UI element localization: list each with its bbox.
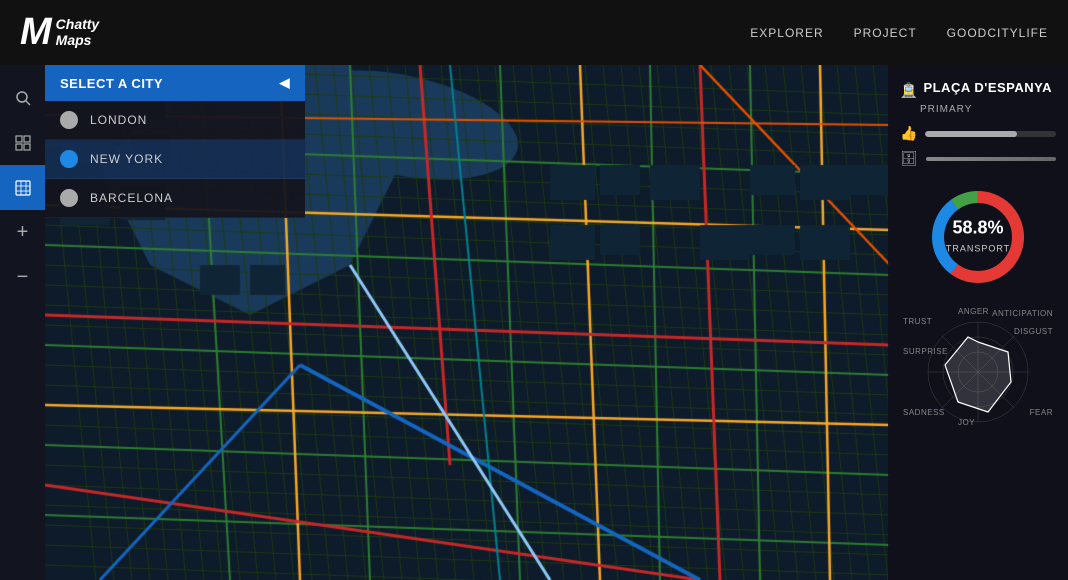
anger-label: ANGER xyxy=(958,307,989,316)
donut-percent: 58.8% xyxy=(946,218,1010,239)
donut-label: 58.8% TRANSPORT xyxy=(946,218,1010,257)
map-container: + − SELECT A CITY ◀ LONDON NEW YORK BARC… xyxy=(0,65,1068,580)
location-name: Plaça d'Espanya xyxy=(923,80,1052,95)
nav-goodcitylife[interactable]: GOODCITYLIFE xyxy=(947,26,1048,40)
trust-label: TRUST xyxy=(903,317,932,326)
dropdown-title: SELECT A CITY xyxy=(60,76,163,91)
sadness-label: SADNESS xyxy=(903,408,945,417)
logo: M Chatty Maps xyxy=(20,11,99,54)
navbar: M Chatty Maps EXPLORER PROJECT GOODCITYL… xyxy=(0,0,1068,65)
joy-label: JOY xyxy=(958,418,975,427)
nav-project[interactable]: PROJECT xyxy=(854,26,917,40)
barcelona-label: BARCELONA xyxy=(90,191,173,205)
layers-row: 🗄 xyxy=(900,150,1056,167)
disgust-label: DISGUST xyxy=(1014,327,1053,336)
radar-container: ANGER ANTICIPATION DISGUST FEAR JOY SADN… xyxy=(903,307,1053,427)
location-header: 🚊 Plaça d'Espanya xyxy=(900,80,1056,99)
city-dropdown: SELECT A CITY ◀ LONDON NEW YORK BARCELON… xyxy=(45,65,305,218)
london-label: LONDON xyxy=(90,113,147,127)
nav-links: EXPLORER PROJECT GOODCITYLIFE xyxy=(750,26,1048,40)
logo-m-letter: M xyxy=(20,11,52,54)
progress-bar-container xyxy=(925,131,1056,137)
nav-explorer[interactable]: EXPLORER xyxy=(750,26,823,40)
dropdown-arrow: ◀ xyxy=(280,75,291,91)
map-type-button[interactable] xyxy=(0,165,45,210)
donut-container: 58.8% TRANSPORT xyxy=(923,182,1033,292)
london-dot xyxy=(60,111,78,129)
surprise-label: SURPRISE xyxy=(903,347,948,356)
fear-label: FEAR xyxy=(1030,408,1053,417)
donut-section: 58.8% TRANSPORT xyxy=(900,182,1056,292)
zoom-out-button[interactable]: − xyxy=(0,255,45,300)
layers-button[interactable] xyxy=(0,120,45,165)
location-type: PRIMARY xyxy=(920,104,1056,115)
search-button[interactable] xyxy=(0,75,45,120)
zoom-in-button[interactable]: + xyxy=(0,210,45,255)
new-york-dot xyxy=(60,150,78,168)
donut-type: TRANSPORT xyxy=(946,244,1010,254)
database-icon: 🗄 xyxy=(900,150,918,167)
sidebar-icons: + − xyxy=(0,65,45,580)
city-london[interactable]: LONDON xyxy=(45,101,305,140)
tram-icon: 🚊 xyxy=(900,82,917,99)
thumbs-up-icon: 👍 xyxy=(900,125,917,142)
radar-section: ANGER ANTICIPATION DISGUST FEAR JOY SADN… xyxy=(900,307,1056,427)
progress-bar-fill xyxy=(925,131,1016,137)
dropdown-header[interactable]: SELECT A CITY ◀ xyxy=(45,65,305,101)
anticipation-label: ANTICIPATION xyxy=(992,309,1053,318)
city-barcelona[interactable]: BARCELONA xyxy=(45,179,305,218)
logo-chatty: Chatty xyxy=(56,17,100,32)
new-york-label: NEW YORK xyxy=(90,152,163,166)
barcelona-dot xyxy=(60,189,78,207)
logo-text: Chatty Maps xyxy=(56,17,100,48)
right-panel: 🚊 Plaça d'Espanya PRIMARY 👍 🗄 xyxy=(888,65,1068,580)
city-new-york[interactable]: NEW YORK xyxy=(45,140,305,179)
like-bar: 👍 xyxy=(900,125,1056,142)
logo-maps: Maps xyxy=(56,33,100,48)
